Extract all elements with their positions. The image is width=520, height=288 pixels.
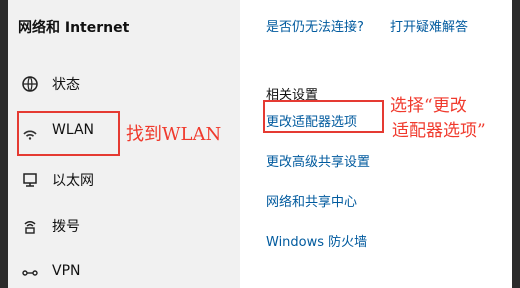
dialup-icon [20, 216, 40, 236]
sidebar-item-ethernet[interactable]: 以太网 [8, 160, 233, 200]
sidebar-item-label: 状态 [52, 77, 80, 93]
ethernet-icon [20, 170, 40, 190]
annotation-select-line1: 选择“更改 [390, 96, 467, 116]
cannot-connect-link[interactable]: 是否仍无法连接? [266, 16, 364, 35]
annotation-find-wlan: 找到WLAN [126, 124, 222, 145]
settings-content: 是否仍无法连接? 打开疑难解答 相关设置 更改适配器选项 更改高级共享设置 网络… [240, 0, 512, 288]
sidebar-item-label: 以太网 [52, 173, 94, 189]
page-title: 网络和 Internet [18, 20, 130, 36]
change-adapter-options-link[interactable]: 更改适配器选项 [266, 111, 357, 130]
settings-sidebar: 网络和 Internet 状态 WLAN 以太网 拨号 VPN 找到WLAN [8, 0, 240, 288]
globe-icon [20, 74, 40, 94]
sidebar-item-label: VPN [52, 263, 81, 279]
wlan-highlight-box [17, 111, 120, 156]
sidebar-item-status[interactable]: 状态 [8, 64, 233, 104]
change-advanced-sharing-link[interactable]: 更改高级共享设置 [266, 151, 370, 170]
sidebar-item-dialup[interactable]: 拨号 [8, 206, 233, 246]
settings-window: 网络和 Internet 状态 WLAN 以太网 拨号 VPN 找到WLAN 是… [8, 0, 512, 288]
sidebar-item-label: 拨号 [52, 219, 80, 235]
network-sharing-center-link[interactable]: 网络和共享中心 [266, 191, 357, 210]
windows-firewall-link[interactable]: Windows 防火墙 [266, 231, 367, 250]
sidebar-item-vpn[interactable]: VPN [8, 253, 233, 288]
annotation-select-line2: 适配器选项” [392, 121, 486, 141]
vpn-icon [20, 263, 40, 283]
troubleshoot-link[interactable]: 打开疑难解答 [390, 16, 468, 35]
